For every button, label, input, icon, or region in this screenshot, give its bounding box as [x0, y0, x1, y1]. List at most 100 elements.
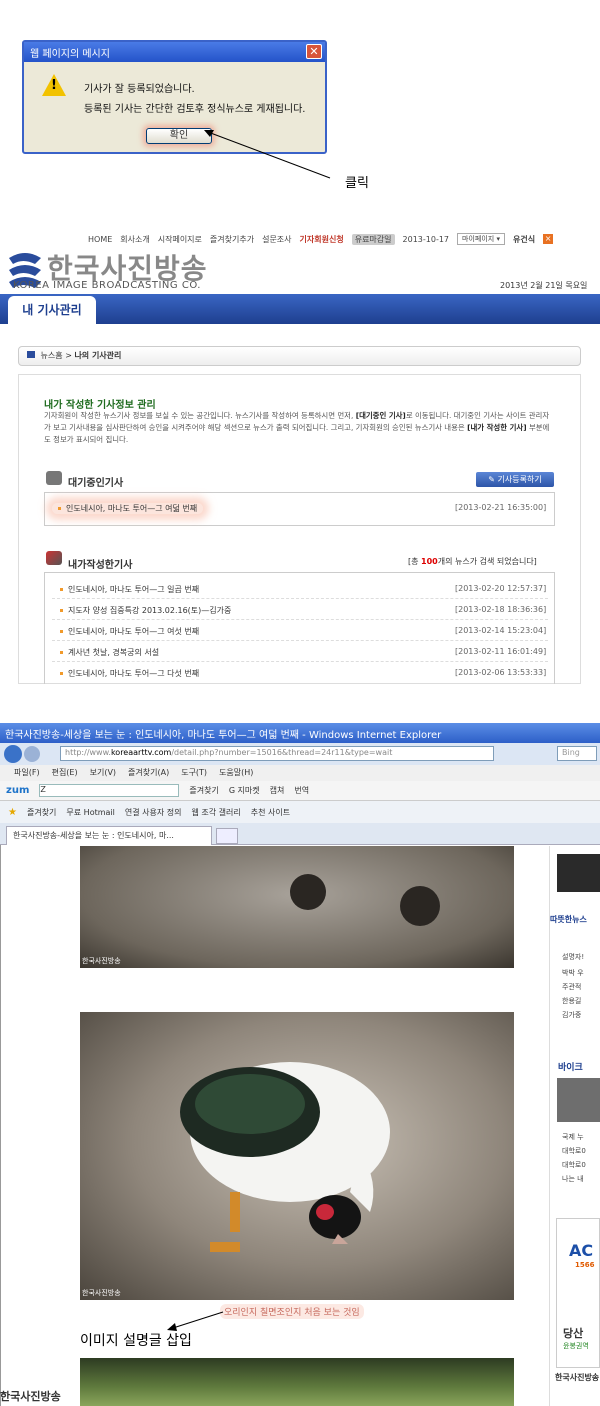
- dialog-message-2: 등록된 기사는 간단한 검토후 정식뉴스로 게재됩니다.: [84, 104, 306, 115]
- sidebar-item[interactable]: 나는 내: [562, 1174, 584, 1184]
- top-navigation: HOME 회사소개 시작페이지로 즐겨찾기추가 설문조사 기자회원신청 유료마감…: [88, 232, 593, 246]
- sidebar-item[interactable]: 국제 누: [562, 1132, 584, 1142]
- tab-my-articles[interactable]: 내 기사관리: [8, 296, 96, 324]
- sidebar-ad-banner[interactable]: AC 1566 당산 윤봉권역: [556, 1218, 600, 1368]
- register-article-button[interactable]: ✎ 기사등록하기: [476, 472, 554, 487]
- bullet-icon: [60, 651, 63, 654]
- sidebar-item[interactable]: 주관적: [562, 982, 581, 992]
- fav-custom[interactable]: 연결 사용자 정의: [125, 807, 182, 818]
- home-icon: [27, 351, 35, 358]
- forward-icon[interactable]: [24, 746, 40, 762]
- count-prefix: [총: [408, 557, 419, 566]
- list-item-title: 계사년 첫날, 경복궁의 서설: [68, 648, 160, 657]
- list-item-date: [2013-02-20 12:57:37]: [455, 584, 547, 593]
- menu-view[interactable]: 보기(V): [90, 767, 116, 779]
- management-title: 내가 작성한 기사정보 관리: [44, 400, 156, 411]
- bullet-icon: [60, 672, 63, 675]
- row-divider: [52, 640, 548, 641]
- written-title: 내가작성한기사: [68, 560, 133, 571]
- paid-date: 2013-10-17: [402, 234, 450, 244]
- fav-hotmail[interactable]: 무료 Hotmail: [66, 807, 114, 818]
- address-input[interactable]: http://www.koreaarttv.com/detail.php?num…: [60, 746, 494, 761]
- list-item[interactable]: 지도자 양성 집중특강 2013.02.16(토)—김가중: [60, 605, 231, 616]
- list-item[interactable]: 인도네시아, 마나도 투어—그 여섯 번째: [60, 626, 199, 637]
- nav-home[interactable]: HOME: [88, 235, 112, 244]
- desc-bold-2: [내가 작성한 기사]: [467, 423, 527, 432]
- zum-search-input[interactable]: Z: [39, 784, 180, 797]
- sidebar-bike-image[interactable]: [557, 1078, 600, 1122]
- sidebar-thumbnail[interactable]: [557, 854, 600, 892]
- site-date: 2013년 2월 21일 목요일: [500, 281, 588, 290]
- sidebar-item[interactable]: 대학로0: [562, 1146, 586, 1156]
- nav-bookmark[interactable]: 즐겨찾기추가: [210, 234, 254, 245]
- sidebar-item[interactable]: 설명자!: [562, 952, 584, 962]
- new-tab-button[interactable]: [216, 828, 238, 844]
- pending-item-title: 인도네시아, 마나도 투어—그 여덟 번째: [66, 504, 198, 513]
- list-item-date: [2013-02-14 15:23:04]: [455, 626, 547, 635]
- user-name: 유건식: [512, 234, 536, 244]
- menu-file[interactable]: 파일(F): [14, 767, 40, 779]
- nav-reporter-signup[interactable]: 기자회원신청: [300, 234, 344, 245]
- desc-bold-1: [대기중인 기사]: [355, 411, 406, 420]
- menu-edit[interactable]: 편집(E): [52, 767, 78, 779]
- toolbar-gmarket[interactable]: G 지마켓: [229, 785, 260, 796]
- browser-menu: 파일(F) 편집(E) 보기(V) 즐겨찾기(A) 도구(T) 도움말(H): [0, 765, 600, 781]
- star-icon: ★: [8, 806, 17, 818]
- sidebar-item[interactable]: 한용길: [562, 996, 581, 1006]
- fav-gallery[interactable]: 웹 조각 갤러리: [191, 807, 240, 818]
- desc-part-1: 기자회원이 작성한 뉴스기사 정보를 보실 수 있는 공간입니다. 뉴스기사를 …: [44, 411, 354, 420]
- browser-tab[interactable]: 한국사진방송-세상을 보는 눈 : 인도네시아, 마...: [6, 826, 212, 845]
- favorites-button[interactable]: 즐겨찾기: [27, 807, 56, 818]
- address-bar-row: http://www.koreaarttv.com/detail.php?num…: [0, 743, 600, 765]
- toolbar-favorites[interactable]: 즐겨찾기: [189, 785, 218, 796]
- list-item[interactable]: 인도네시아, 마나도 투어—그 다섯 번째: [60, 668, 199, 679]
- url-path: /detail.php?number=15016&thread=24r11&ty…: [171, 748, 393, 757]
- nav-survey[interactable]: 설문조사: [262, 234, 291, 245]
- site-logo[interactable]: 한국사진방송 KOREA IMAGE BROADCASTING CO.: [5, 250, 305, 294]
- duck-shape: [290, 874, 326, 910]
- bullet-icon: [60, 609, 63, 612]
- logout-icon[interactable]: ×: [543, 234, 554, 244]
- dialog-title: 웹 페이지의 메시지: [30, 49, 110, 60]
- toolbar-capture[interactable]: 캡쳐: [270, 785, 285, 796]
- list-item[interactable]: 계사년 첫날, 경복궁의 서설: [60, 647, 159, 658]
- list-item-title: 인도네시아, 마나도 투어—그 여섯 번째: [68, 627, 200, 636]
- bullet-icon: [58, 507, 61, 510]
- bottom-site-logo: 한국사진방송: [0, 1388, 61, 1404]
- search-input[interactable]: Bing: [557, 746, 597, 761]
- list-item-date: [2013-02-06 13:53:33]: [455, 668, 547, 677]
- sidebar-item[interactable]: 박박 우: [562, 968, 584, 978]
- list-item[interactable]: 인도네시아, 마나도 투어—그 일곱 번째: [60, 584, 199, 595]
- breadcrumb-home[interactable]: 뉴스홈: [41, 351, 63, 360]
- row-divider: [52, 619, 548, 620]
- url-prefix: http://www.: [65, 748, 111, 757]
- list-item-title: 지도자 양성 집중특강 2013.02.16(토)—김가중: [68, 606, 232, 615]
- click-arrow: [204, 130, 331, 179]
- sidebar-heading-bike: 바이크: [558, 1063, 583, 1073]
- nav-company[interactable]: 회사소개: [120, 234, 149, 245]
- url-host: koreaarttv.com: [110, 748, 172, 757]
- sidebar-item[interactable]: 대학로0: [562, 1160, 586, 1170]
- sidebar-item[interactable]: 김가중: [562, 1010, 581, 1020]
- breadcrumb-separator: >: [65, 351, 72, 360]
- browser-titlebar: 한국사진방송-세상을 보는 눈 : 인도네시아, 마나도 투어—그 여덟 번째 …: [0, 723, 600, 743]
- browser-tabs: 한국사진방송-세상을 보는 눈 : 인도네시아, 마...: [0, 823, 600, 845]
- fav-suggested[interactable]: 추천 사이트: [251, 807, 290, 818]
- menu-favorites[interactable]: 즐겨찾기(A): [128, 767, 169, 779]
- image-caption: 오리인지 칠면조인지 처음 보는 것임: [220, 1304, 364, 1319]
- back-icon[interactable]: [4, 745, 22, 763]
- click-annotation: 클릭: [345, 176, 369, 191]
- menu-help[interactable]: 도움말(H): [219, 767, 253, 779]
- list-item-date: [2013-02-11 16:01:49]: [455, 647, 547, 656]
- dialog-close-button[interactable]: ✕: [306, 44, 322, 59]
- mypage-select[interactable]: 마이페이지 ▾: [457, 233, 505, 245]
- toolbar-translate[interactable]: 번역: [294, 785, 309, 796]
- article-photo-1: 한국사진방송: [80, 846, 514, 968]
- menu-tools[interactable]: 도구(T): [181, 767, 207, 779]
- nav-startpage[interactable]: 시작페이지로: [158, 234, 202, 245]
- duck-illustration: [180, 1062, 390, 1252]
- zum-logo[interactable]: zum: [6, 785, 29, 796]
- pending-item[interactable]: 인도네시아, 마나도 투어—그 여덟 번째: [52, 503, 204, 514]
- row-divider: [52, 598, 548, 599]
- photo-watermark: 한국사진방송: [82, 957, 121, 965]
